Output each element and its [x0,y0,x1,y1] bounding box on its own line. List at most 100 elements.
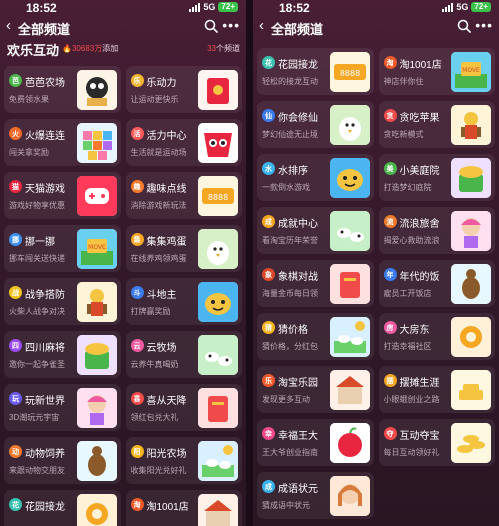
channel-card[interactable]: 猫天猫游戏 游戏好物享优惠 [4,172,121,219]
channel-name: 芭芭农场 [25,78,65,89]
channel-card[interactable]: 趣趣味点线 消除游戏新玩法 8888 [125,172,242,219]
channel-name: 贪吃苹果 [399,113,440,124]
channel-thumbnail [451,264,491,304]
channel-desc: 猜价格，分红包 [262,342,318,351]
channel-icon: 动 [9,445,22,458]
channel-card[interactable]: 乐淘宝乐园 发现更多互动 [257,366,374,413]
channel-name: 淘1001店 [399,60,442,71]
channel-card[interactable]: 花花园接龙 [4,490,121,526]
channel-card[interactable]: 淘淘1001店 [125,490,242,526]
channel-card[interactable]: 摆摆摊生涯 小眼蛾创业之路 [378,366,495,413]
channel-thumbnail [198,282,238,322]
channel-name: 四川麻将 [25,343,65,354]
channel-card[interactable]: 幸幸福王大 王大爷创业指南 [257,419,374,466]
battery-icon: 72+ [218,2,238,12]
channel-card[interactable]: 云云牧场 云养牛真喝奶 [125,331,242,378]
channel-icon: 猜 [262,321,275,334]
status-time: 18:52 [26,1,57,15]
channel-icon: 成 [262,215,275,228]
channel-desc: 打造幸福社区 [383,342,432,351]
channel-desc: 贪吃新模式 [383,130,424,139]
channel-thumbnail: 8888 [198,176,238,216]
channel-name: 象棋对战 [278,272,318,283]
channel-card[interactable]: 猜猜价格 猜价格，分红包 [257,313,374,360]
channel-name: 趣味点线 [146,184,187,195]
back-arrow-icon[interactable]: ‹ [6,18,11,34]
channel-card[interactable]: 活活力中心 生活就是运动场 [125,119,242,166]
channel-thumbnail [76,335,117,375]
channel-desc: 揭爱心救助流浪 [383,236,440,245]
channel-thumbnail [451,317,491,357]
channel-card[interactable]: 战战争搭防 火柴人战争对决 [4,278,121,325]
channel-card[interactable]: 斗斗地主 打牌赢奖励 [125,278,242,325]
page-title: 全部频道 [18,22,71,37]
channel-name: 成就中心 [278,219,318,230]
channel-icon: 年 [383,268,397,281]
channel-card[interactable]: 房大房东 打造幸福社区 [378,313,495,360]
channel-card[interactable]: 仙你会修仙 梦幻仙途无止境 [257,101,374,148]
channel-desc: 消除游戏新玩法 [130,201,187,210]
channel-card[interactable]: 成成语状元 猜成语中状元 [257,472,374,519]
channel-icon: 美 [383,162,397,175]
channel-icon: 摆 [383,374,397,387]
channel-thumbnail [329,370,370,410]
channel-card[interactable]: 年年代的饭 雇员工开饭店 [378,260,495,307]
page-title: 全部频道 [271,22,324,37]
channel-card[interactable]: 美小美庭院 打造梦幻庭院 [378,154,495,201]
channel-card[interactable]: 流流浪旅舍 揭爱心救助流浪 [378,207,495,254]
channel-card[interactable]: 动动物饲养 来跟动物交朋友 [4,437,121,484]
channel-name: 流浪旅舍 [399,219,440,230]
phone-screen-left: 18:52 5G 72+ ‹ 全部频道 ••• 欢乐互动 🔥30683万添加 3… [0,0,246,526]
channel-card[interactable]: 芭芭芭农场 免费领水果 [4,66,121,113]
search-icon[interactable] [457,19,471,33]
search-icon[interactable] [204,19,218,33]
channel-thumbnail [76,282,117,322]
section-user-count: 🔥30683万添加 [62,44,119,53]
channel-name: 互动夺宝 [399,431,440,442]
channel-name: 淘1001店 [146,502,189,513]
back-arrow-icon[interactable]: ‹ [259,18,264,34]
signal-icon [442,2,454,12]
top-nav: ‹ 全部频道 ••• [0,16,246,38]
channel-thumbnail [329,476,370,516]
channel-name: 花园接龙 [25,502,65,513]
channel-name: 活力中心 [146,131,187,142]
channel-card[interactable]: 象象棋对战 海量金币每日领 [257,260,374,307]
channel-card[interactable]: 喜喜从天降 领红包兑大礼 [125,384,242,431]
channel-card[interactable]: 水水排序 一款倒水游戏 [257,154,374,201]
channel-desc: 在线养鸡领鸡蛋 [130,254,187,263]
battery-icon: 72+ [471,2,491,12]
channel-card[interactable]: 阳阳光农场 收集阳光兑好礼 [125,437,242,484]
channel-desc: 雇员工开饭店 [383,289,432,298]
channel-card[interactable]: 花花园接龙 轻松的接龙互动 8888 [257,48,374,95]
channel-card[interactable]: 玩玩新世界 3D潮玩元宇宙 [4,384,121,431]
channel-total: 33个频道 [207,44,240,53]
channel-icon: 成 [262,480,275,493]
channel-grid: 芭芭芭农场 免费领水果乐乐动力 让运动更快乐火火爆连连 闯关拿奖励活活力中心 生活就是运… [4,66,242,526]
channel-card[interactable]: 乐乐动力 让运动更快乐 [125,66,242,113]
channel-desc: 收集阳光兑好礼 [130,466,187,475]
channel-card[interactable]: 成成就中心 看淘宝历年荣誉 [257,207,374,254]
channel-icon: 活 [130,127,144,140]
channel-card[interactable]: 四四川麻将 邀你一起争雀圣 [4,331,121,378]
channel-card[interactable]: 集集集鸡蛋 在线养鸡领鸡蛋 [125,225,242,272]
channel-card[interactable]: 挪挪一挪 挪车闯关送快递 MOVE [4,225,121,272]
channel-thumbnail [198,123,238,163]
channel-icon: 云 [130,339,144,352]
channel-name: 花园接龙 [278,60,318,71]
channel-name: 玩新世界 [25,396,65,407]
channel-card[interactable]: 夺互动夺宝 每日互动领好礼 [378,419,495,466]
channel-card[interactable]: 淘淘1001店 神店伴你住 MOVE [378,48,495,95]
channel-thumbnail: MOVE [451,52,491,92]
channel-card[interactable]: 火火爆连连 闯关拿奖励 [4,119,121,166]
channel-name: 乐动力 [146,78,177,89]
channel-card[interactable]: 贪贪吃苹果 贪吃新模式 [378,101,495,148]
more-icon[interactable]: ••• [475,18,493,32]
channel-desc: 打造梦幻庭院 [383,183,432,192]
channel-name: 大房东 [399,325,430,336]
channel-icon: 乐 [130,74,144,87]
channel-icon: 花 [262,56,275,69]
more-icon[interactable]: ••• [222,18,240,32]
channel-desc: 神店伴你住 [383,77,424,86]
channel-icon: 象 [262,268,275,281]
